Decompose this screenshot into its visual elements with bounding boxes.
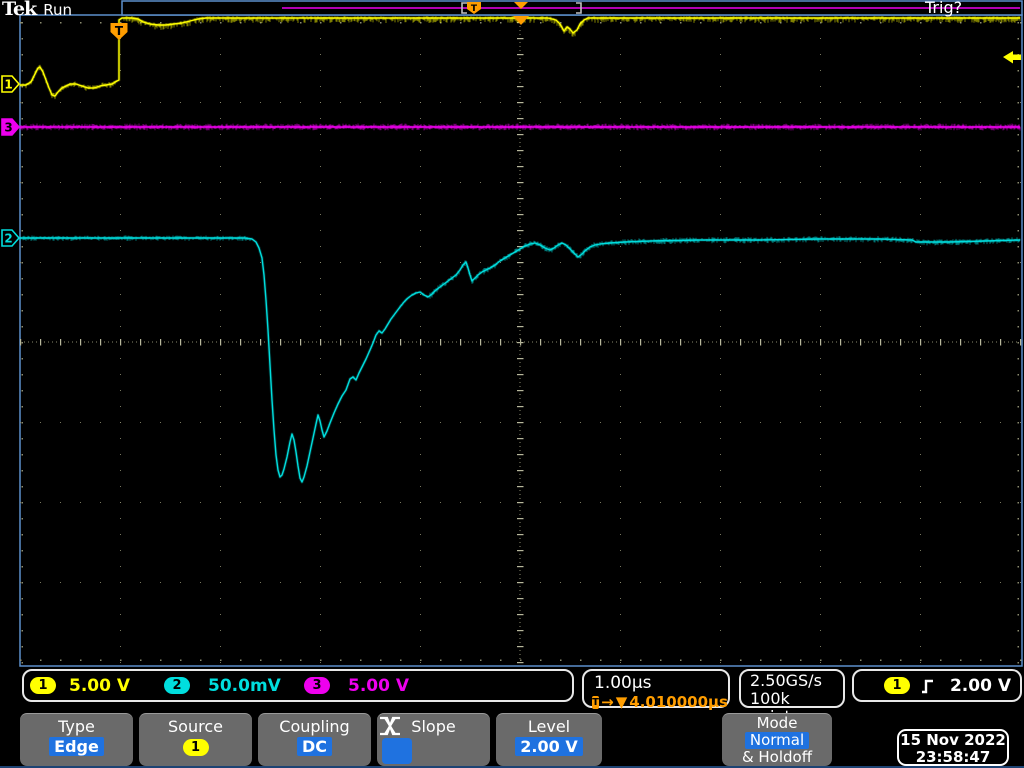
timebase-box: 1.00µs T→▼4.010000µs (582, 669, 730, 708)
menu-level-button[interactable]: Level 2.00 V (496, 713, 602, 766)
marker-triangle-icon: ▼ (616, 693, 628, 711)
menu-type-value: Edge (49, 737, 104, 756)
waveform-display: T T 1 3 2 (0, 0, 1024, 668)
menu-coupling-button[interactable]: Coupling DC (258, 713, 371, 766)
menu-mode-value: Normal (745, 732, 809, 749)
ch3-scale: 5.00 V (348, 676, 409, 696)
menu-coupling-value: DC (297, 737, 332, 756)
menu-source-badge: 1 (183, 739, 209, 756)
trigger-delay-value: 4.010000µs (629, 693, 728, 711)
trigger-readout-box: 1 2.00 V (852, 669, 1022, 702)
menu-slope-button[interactable]: Slope (377, 713, 490, 766)
acquisition-box: 2.50GS/s 100k points (739, 669, 845, 708)
trigger-t-icon: T (592, 696, 599, 709)
channel-readouts-box: 1 5.00 V 2 50.0mV 3 5.00 V (22, 669, 574, 702)
svg-text:1: 1 (4, 78, 12, 92)
oscilloscope-screen: T T 1 3 2 Tek Run Trig? 1 5.00 V 2 50.0mV 3 5… (0, 0, 1024, 768)
menu-mode-title: Mode (722, 715, 832, 732)
trigger-source-badge: 1 (884, 677, 910, 694)
acquisition-status: Run (43, 1, 72, 19)
svg-text:3: 3 (4, 121, 12, 135)
menu-type-title: Type (20, 717, 133, 736)
menu-mode-extra: & Holdoff (722, 749, 832, 766)
slope-either-icon (377, 714, 403, 738)
svg-text:2: 2 (4, 232, 12, 246)
svg-text:T: T (115, 24, 124, 38)
slope-rising-option[interactable] (382, 738, 412, 764)
tek-logo: Tek (2, 0, 36, 20)
slope-either-option[interactable] (456, 738, 486, 764)
datetime-box: 15 Nov 2022 23:58:47 (897, 729, 1009, 766)
svg-text:T: T (471, 4, 478, 14)
menu-source-title: Source (139, 717, 252, 736)
trigger-status: Trig? (925, 0, 962, 17)
menu-mode-button[interactable]: Mode Normal & Holdoff (722, 713, 832, 766)
ch1-badge: 1 (30, 677, 56, 694)
menu-coupling-title: Coupling (258, 717, 371, 736)
menu-level-value: 2.00 V (515, 737, 582, 756)
ch1-scale: 5.00 V (69, 676, 130, 696)
sample-rate: 2.50GS/s (741, 671, 843, 690)
menu-type-button[interactable]: Type Edge (20, 713, 133, 766)
menu-source-button[interactable]: Source 1 (139, 713, 252, 766)
time-label: 23:58:47 (899, 749, 1007, 766)
ch3-badge: 3 (304, 677, 330, 694)
menu-level-title: Level (496, 717, 602, 736)
date-label: 15 Nov 2022 (899, 732, 1007, 749)
arrow-icon: → (601, 693, 614, 711)
ch2-badge: 2 (164, 677, 190, 694)
timebase-scale: 1.00µs (584, 671, 728, 693)
slope-falling-option[interactable] (419, 738, 449, 764)
rising-edge-icon (920, 677, 936, 695)
trigger-level-value: 2.00 V (950, 676, 1011, 696)
header-left: Tek Run (2, 0, 72, 20)
ch2-scale: 50.0mV (208, 676, 281, 696)
